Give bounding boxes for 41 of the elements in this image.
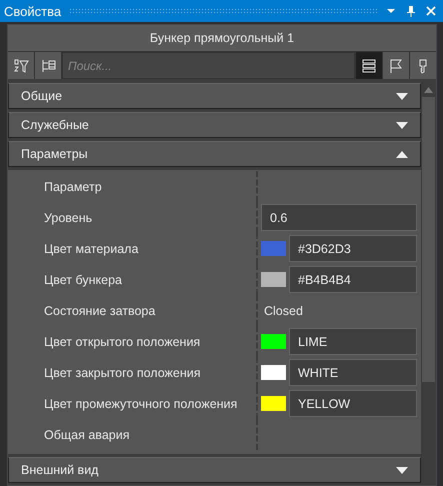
value-field[interactable]: 0.6 — [261, 204, 417, 231]
color-swatch[interactable] — [261, 396, 286, 411]
tree-icon — [40, 58, 56, 74]
section-header[interactable]: Общие — [8, 83, 421, 109]
property-label: Общая авария — [44, 428, 130, 442]
flag-icon — [388, 58, 404, 74]
search-field[interactable]: Поиск... — [62, 52, 355, 79]
property-label: Параметр — [44, 180, 102, 194]
tree-button[interactable] — [35, 52, 61, 79]
section-header[interactable]: Внешний вид — [8, 457, 421, 483]
color-field[interactable]: LIME — [289, 328, 417, 355]
color-swatch[interactable] — [261, 241, 286, 256]
scroll-up-icon[interactable] — [424, 87, 433, 93]
section-header[interactable]: Параметры — [8, 141, 421, 167]
color-field[interactable]: WHITE — [289, 359, 417, 386]
property-label: Уровень — [44, 210, 92, 224]
object-title: Бункер прямоугольный 1 — [8, 25, 436, 52]
property-label: Цвет бункера — [44, 272, 122, 286]
key-button[interactable] — [410, 52, 436, 79]
scroll-thumb[interactable] — [422, 97, 435, 382]
section-header[interactable]: Служебные — [8, 112, 421, 138]
sort-filter-button[interactable] — [8, 52, 34, 79]
color-swatch[interactable] — [261, 365, 286, 380]
value-text: Closed — [263, 304, 303, 318]
window-title: Свойства — [4, 4, 62, 18]
property-label: Цвет материала — [44, 242, 138, 256]
sort-filter-icon — [13, 58, 29, 74]
flag-button[interactable] — [383, 52, 409, 79]
color-field[interactable]: YELLOW — [289, 390, 417, 417]
color-field[interactable]: #B4B4B4 — [289, 266, 417, 293]
color-swatch[interactable] — [261, 334, 286, 349]
property-label: Состояние затвора — [44, 304, 156, 318]
property-label: Цвет закрытого положения — [44, 366, 200, 380]
list-icon — [361, 58, 377, 74]
pin-icon[interactable] — [405, 5, 417, 17]
property-label: Цвет открытого положения — [44, 334, 200, 348]
color-swatch[interactable] — [261, 272, 286, 287]
close-icon[interactable] — [425, 5, 437, 17]
list-button[interactable] — [356, 52, 382, 79]
property-label: Цвет промежуточного положения — [44, 396, 238, 410]
color-field[interactable]: #3D62D3 — [289, 235, 417, 262]
